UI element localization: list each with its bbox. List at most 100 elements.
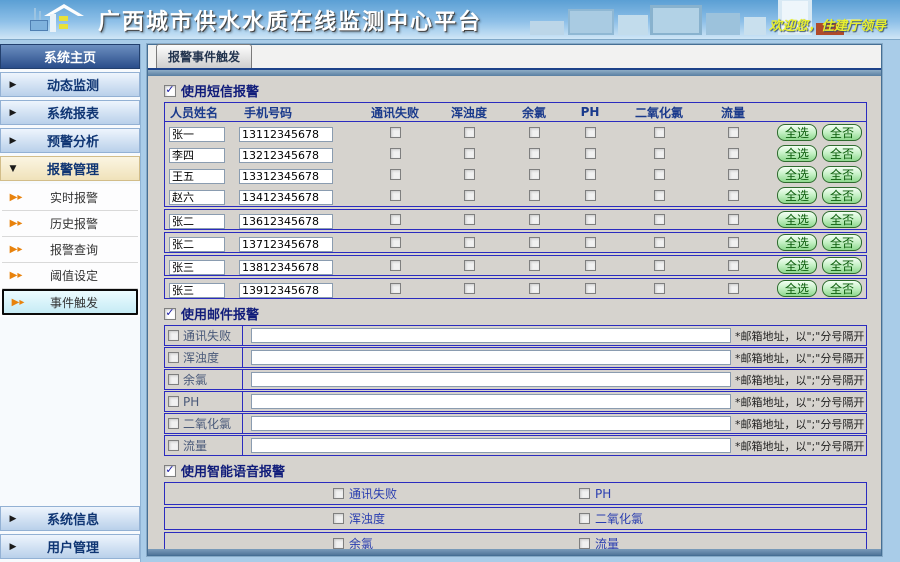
person-name-input[interactable] bbox=[169, 214, 225, 229]
sidebar-item[interactable]: ▶ 预警分析 bbox=[0, 128, 140, 153]
voice-param-checkbox[interactable] bbox=[333, 538, 344, 549]
sidebar-item-bottom[interactable]: ▶ 用户管理 bbox=[0, 534, 140, 559]
select-all-button[interactable]: 全选 bbox=[777, 211, 817, 228]
ph-checkbox[interactable] bbox=[585, 190, 596, 201]
use-sms-alarm-checkbox[interactable] bbox=[164, 85, 176, 97]
turbidity-checkbox[interactable] bbox=[464, 237, 475, 248]
chlorine-dioxide-checkbox[interactable] bbox=[654, 169, 665, 180]
comm-fail-checkbox[interactable] bbox=[390, 214, 401, 225]
ph-checkbox[interactable] bbox=[585, 260, 596, 271]
select-none-button[interactable]: 全否 bbox=[822, 124, 862, 141]
person-name-input[interactable] bbox=[169, 283, 225, 298]
residual-chlorine-checkbox[interactable] bbox=[529, 169, 540, 180]
person-name-input[interactable] bbox=[169, 127, 225, 142]
person-name-input[interactable] bbox=[169, 169, 225, 184]
select-all-button[interactable]: 全选 bbox=[777, 257, 817, 274]
email-param-checkbox[interactable] bbox=[168, 374, 179, 385]
flow-checkbox[interactable] bbox=[728, 283, 739, 294]
flow-checkbox[interactable] bbox=[728, 148, 739, 159]
turbidity-checkbox[interactable] bbox=[464, 260, 475, 271]
residual-chlorine-checkbox[interactable] bbox=[529, 283, 540, 294]
phone-number-input[interactable] bbox=[239, 283, 333, 298]
email-param-checkbox[interactable] bbox=[168, 330, 179, 341]
tab-alarm-event-trigger[interactable]: 报警事件触发 bbox=[156, 44, 252, 68]
comm-fail-checkbox[interactable] bbox=[390, 283, 401, 294]
phone-number-input[interactable] bbox=[239, 169, 333, 184]
ph-checkbox[interactable] bbox=[585, 214, 596, 225]
flow-checkbox[interactable] bbox=[728, 169, 739, 180]
comm-fail-checkbox[interactable] bbox=[390, 260, 401, 271]
chlorine-dioxide-checkbox[interactable] bbox=[654, 148, 665, 159]
use-email-alarm-checkbox[interactable] bbox=[164, 308, 176, 320]
person-name-input[interactable] bbox=[169, 148, 225, 163]
sidebar-subitem[interactable]: ▶▸ 实时报警 bbox=[2, 185, 138, 211]
residual-chlorine-checkbox[interactable] bbox=[529, 148, 540, 159]
sidebar-subitem[interactable]: ▶▸ 阈值设定 bbox=[2, 263, 138, 289]
flow-checkbox[interactable] bbox=[728, 190, 739, 201]
flow-checkbox[interactable] bbox=[728, 260, 739, 271]
ph-checkbox[interactable] bbox=[585, 283, 596, 294]
turbidity-checkbox[interactable] bbox=[464, 214, 475, 225]
select-none-button[interactable]: 全否 bbox=[822, 145, 862, 162]
turbidity-checkbox[interactable] bbox=[464, 148, 475, 159]
ph-checkbox[interactable] bbox=[585, 237, 596, 248]
select-all-button[interactable]: 全选 bbox=[777, 166, 817, 183]
sidebar-item-home[interactable]: 系统主页 bbox=[0, 44, 140, 69]
use-voice-alarm-checkbox[interactable] bbox=[164, 465, 176, 477]
email-param-checkbox[interactable] bbox=[168, 396, 179, 407]
flow-checkbox[interactable] bbox=[728, 237, 739, 248]
flow-checkbox[interactable] bbox=[728, 127, 739, 138]
email-address-input[interactable] bbox=[251, 438, 731, 453]
comm-fail-checkbox[interactable] bbox=[390, 237, 401, 248]
email-param-checkbox[interactable] bbox=[168, 440, 179, 451]
comm-fail-checkbox[interactable] bbox=[390, 190, 401, 201]
select-none-button[interactable]: 全否 bbox=[822, 166, 862, 183]
email-param-checkbox[interactable] bbox=[168, 418, 179, 429]
email-address-input[interactable] bbox=[251, 328, 731, 343]
email-address-input[interactable] bbox=[251, 350, 731, 365]
select-none-button[interactable]: 全否 bbox=[822, 187, 862, 204]
select-all-button[interactable]: 全选 bbox=[777, 280, 817, 297]
voice-param-checkbox[interactable] bbox=[579, 538, 590, 549]
select-none-button[interactable]: 全否 bbox=[822, 234, 862, 251]
ph-checkbox[interactable] bbox=[585, 169, 596, 180]
turbidity-checkbox[interactable] bbox=[464, 127, 475, 138]
residual-chlorine-checkbox[interactable] bbox=[529, 260, 540, 271]
residual-chlorine-checkbox[interactable] bbox=[529, 190, 540, 201]
select-none-button[interactable]: 全否 bbox=[822, 280, 862, 297]
select-all-button[interactable]: 全选 bbox=[777, 145, 817, 162]
sidebar-item-alarm-management[interactable]: ▼ 报警管理 bbox=[0, 156, 140, 181]
select-all-button[interactable]: 全选 bbox=[777, 234, 817, 251]
turbidity-checkbox[interactable] bbox=[464, 169, 475, 180]
sidebar-item-bottom[interactable]: ▶ 系统信息 bbox=[0, 506, 140, 531]
chlorine-dioxide-checkbox[interactable] bbox=[654, 260, 665, 271]
email-address-input[interactable] bbox=[251, 416, 731, 431]
phone-number-input[interactable] bbox=[239, 127, 333, 142]
email-address-input[interactable] bbox=[251, 394, 731, 409]
person-name-input[interactable] bbox=[169, 260, 225, 275]
sidebar-subitem[interactable]: ▶▸ 历史报警 bbox=[2, 211, 138, 237]
sidebar-subitem-event-trigger[interactable]: ▶▸ 事件触发 bbox=[2, 289, 138, 315]
voice-param-checkbox[interactable] bbox=[579, 513, 590, 524]
person-name-input[interactable] bbox=[169, 237, 225, 252]
phone-number-input[interactable] bbox=[239, 214, 333, 229]
email-address-input[interactable] bbox=[251, 372, 731, 387]
chlorine-dioxide-checkbox[interactable] bbox=[654, 283, 665, 294]
select-all-button[interactable]: 全选 bbox=[777, 124, 817, 141]
ph-checkbox[interactable] bbox=[585, 148, 596, 159]
chlorine-dioxide-checkbox[interactable] bbox=[654, 214, 665, 225]
select-all-button[interactable]: 全选 bbox=[777, 187, 817, 204]
chlorine-dioxide-checkbox[interactable] bbox=[654, 190, 665, 201]
voice-param-checkbox[interactable] bbox=[333, 488, 344, 499]
comm-fail-checkbox[interactable] bbox=[390, 127, 401, 138]
ph-checkbox[interactable] bbox=[585, 127, 596, 138]
phone-number-input[interactable] bbox=[239, 237, 333, 252]
phone-number-input[interactable] bbox=[239, 190, 333, 205]
chlorine-dioxide-checkbox[interactable] bbox=[654, 127, 665, 138]
select-none-button[interactable]: 全否 bbox=[822, 211, 862, 228]
residual-chlorine-checkbox[interactable] bbox=[529, 214, 540, 225]
residual-chlorine-checkbox[interactable] bbox=[529, 127, 540, 138]
comm-fail-checkbox[interactable] bbox=[390, 169, 401, 180]
email-param-checkbox[interactable] bbox=[168, 352, 179, 363]
turbidity-checkbox[interactable] bbox=[464, 283, 475, 294]
